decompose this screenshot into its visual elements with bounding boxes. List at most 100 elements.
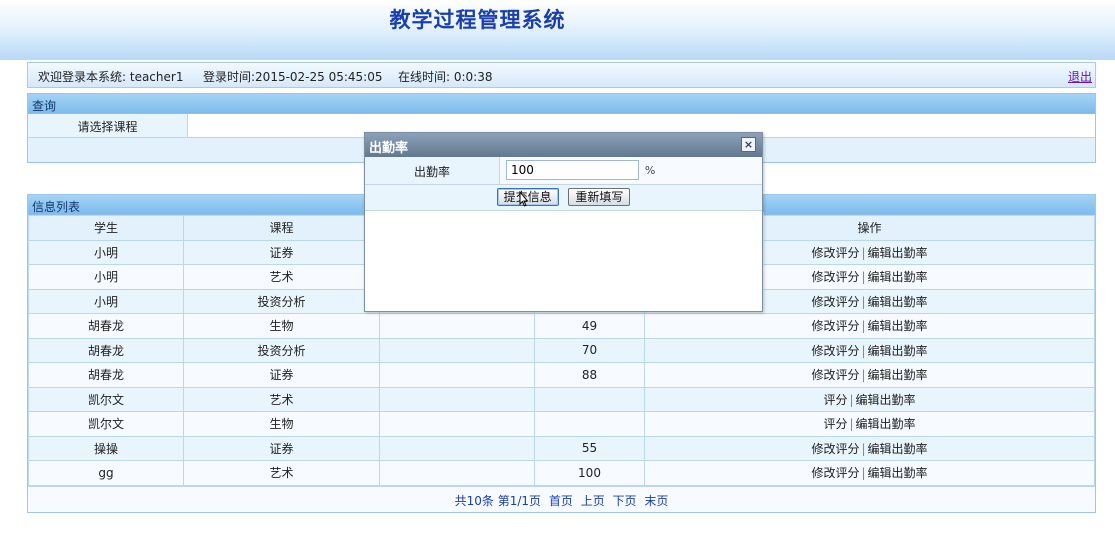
edit-score-link[interactable]: 修改评分 <box>811 442 859 456</box>
action-separator: | <box>861 466 866 481</box>
col3-cell <box>379 362 535 388</box>
edit-score-link[interactable]: 修改评分 <box>811 466 859 480</box>
student-cell: 凯尔文 <box>28 386 184 412</box>
col4-cell: 88 <box>534 362 645 388</box>
mouse-cursor-icon <box>519 191 529 207</box>
edit-score-link[interactable]: 修改评分 <box>811 368 859 382</box>
pager-first[interactable]: 首页 <box>549 494 573 508</box>
student-cell: 操操 <box>28 435 184 461</box>
student-cell: 小明 <box>28 239 184 265</box>
column-header-course: 课程 <box>183 215 380 241</box>
query-panel-header: 查询 <box>28 94 1095 114</box>
col3-cell <box>379 460 535 486</box>
action-separator: | <box>861 270 866 285</box>
actions-cell: 评分 | 编辑出勤率 <box>644 411 1095 437</box>
student-cell: gg <box>28 460 184 486</box>
table-row: 凯尔文 艺术 评分 | 编辑出勤率 <box>28 386 1095 412</box>
logout-link[interactable]: 退出 <box>1068 68 1092 85</box>
column-header-student: 学生 <box>28 215 184 241</box>
app-header: 教学过程管理系统 <box>0 0 1115 60</box>
actions-cell: 修改评分 | 编辑出勤率 <box>644 313 1095 339</box>
course-cell: 艺术 <box>183 264 380 290</box>
user-info-bar: 欢迎登录本系统: teacher1 登录时间:2015-02-25 05:45:… <box>27 62 1096 88</box>
course-cell: 生物 <box>183 411 380 437</box>
course-cell: 投资分析 <box>183 337 380 363</box>
col4-cell: 55 <box>534 435 645 461</box>
edit-attendance-link[interactable]: 编辑出勤率 <box>868 319 928 333</box>
col4-cell <box>534 411 645 437</box>
student-cell: 小明 <box>28 288 184 314</box>
attendance-dialog: 出勤率 × 出勤率 % 提交信息 重新填写 <box>364 132 763 312</box>
welcome-text: 欢迎登录本系统: teacher1 <box>38 70 184 84</box>
edit-attendance-link[interactable]: 编辑出勤率 <box>868 466 928 480</box>
col4-cell: 49 <box>534 313 645 339</box>
edit-attendance-link[interactable]: 编辑出勤率 <box>868 368 928 382</box>
action-separator: | <box>861 245 866 260</box>
edit-attendance-link[interactable]: 编辑出勤率 <box>868 442 928 456</box>
col4-cell <box>534 386 645 412</box>
actions-cell: 修改评分 | 编辑出勤率 <box>644 435 1095 461</box>
app-title: 教学过程管理系统 <box>389 8 566 32</box>
edit-score-link[interactable]: 修改评分 <box>811 246 859 260</box>
actions-cell: 评分 | 编辑出勤率 <box>644 386 1095 412</box>
close-icon[interactable]: × <box>741 137 756 152</box>
table-row: 操操 证券 55 修改评分 | 编辑出勤率 <box>28 435 1095 461</box>
table-row: 胡春龙 投资分析 70 修改评分 | 编辑出勤率 <box>28 337 1095 363</box>
edit-score-link[interactable]: 修改评分 <box>811 344 859 358</box>
action-separator: | <box>861 343 866 358</box>
course-select-label: 请选择课程 <box>28 114 188 137</box>
edit-score-link[interactable]: 修改评分 <box>811 295 859 309</box>
pager-last[interactable]: 末页 <box>644 494 668 508</box>
student-cell: 凯尔文 <box>28 411 184 437</box>
pager: 共10条 第1/1页 首页 上页 下页 末页 <box>28 485 1095 512</box>
col4-cell: 100 <box>534 460 645 486</box>
attendance-label: 出勤率 <box>365 157 500 184</box>
edit-score-link[interactable]: 修改评分 <box>811 270 859 284</box>
action-separator: | <box>861 294 866 309</box>
action-separator: | <box>849 417 854 432</box>
online-time: 在线时间: 0:0:38 <box>398 70 493 84</box>
edit-score-link[interactable]: 修改评分 <box>811 319 859 333</box>
student-cell: 胡春龙 <box>28 362 184 388</box>
dialog-title-bar[interactable]: 出勤率 × <box>365 133 762 157</box>
edit-attendance-link[interactable]: 编辑出勤率 <box>868 246 928 260</box>
dialog-title: 出勤率 <box>369 141 409 156</box>
col3-cell <box>379 337 535 363</box>
action-separator: | <box>861 441 866 456</box>
edit-score-link[interactable]: 评分 <box>823 417 847 431</box>
col3-cell <box>379 411 535 437</box>
reset-button[interactable]: 重新填写 <box>568 188 631 206</box>
action-separator: | <box>861 368 866 383</box>
action-separator: | <box>849 392 854 407</box>
col4-cell: 70 <box>534 337 645 363</box>
actions-cell: 修改评分 | 编辑出勤率 <box>644 362 1095 388</box>
edit-score-link[interactable]: 评分 <box>823 393 847 407</box>
col3-cell <box>379 313 535 339</box>
attendance-input[interactable] <box>506 160 639 180</box>
course-cell: 艺术 <box>183 460 380 486</box>
login-time: 登录时间:2015-02-25 05:45:05 <box>203 70 383 84</box>
edit-attendance-link[interactable]: 编辑出勤率 <box>868 344 928 358</box>
percent-unit: % <box>644 164 656 177</box>
col3-cell <box>379 435 535 461</box>
course-cell: 生物 <box>183 313 380 339</box>
table-row: 胡春龙 生物 49 修改评分 | 编辑出勤率 <box>28 313 1095 339</box>
course-cell: 投资分析 <box>183 288 380 314</box>
edit-attendance-link[interactable]: 编辑出勤率 <box>856 393 916 407</box>
pager-summary: 共10条 第1/1页 <box>454 493 542 508</box>
course-cell: 证券 <box>183 239 380 265</box>
course-cell: 证券 <box>183 435 380 461</box>
pager-prev[interactable]: 上页 <box>581 494 605 508</box>
actions-cell: 修改评分 | 编辑出勤率 <box>644 460 1095 486</box>
edit-attendance-link[interactable]: 编辑出勤率 <box>856 417 916 431</box>
col3-cell <box>379 386 535 412</box>
student-cell: 胡春龙 <box>28 313 184 339</box>
course-cell: 证券 <box>183 362 380 388</box>
student-cell: 胡春龙 <box>28 337 184 363</box>
edit-attendance-link[interactable]: 编辑出勤率 <box>868 295 928 309</box>
course-cell: 艺术 <box>183 386 380 412</box>
student-cell: 小明 <box>28 264 184 290</box>
table-row: gg 艺术 100 修改评分 | 编辑出勤率 <box>28 460 1095 486</box>
edit-attendance-link[interactable]: 编辑出勤率 <box>868 270 928 284</box>
pager-next[interactable]: 下页 <box>613 494 637 508</box>
